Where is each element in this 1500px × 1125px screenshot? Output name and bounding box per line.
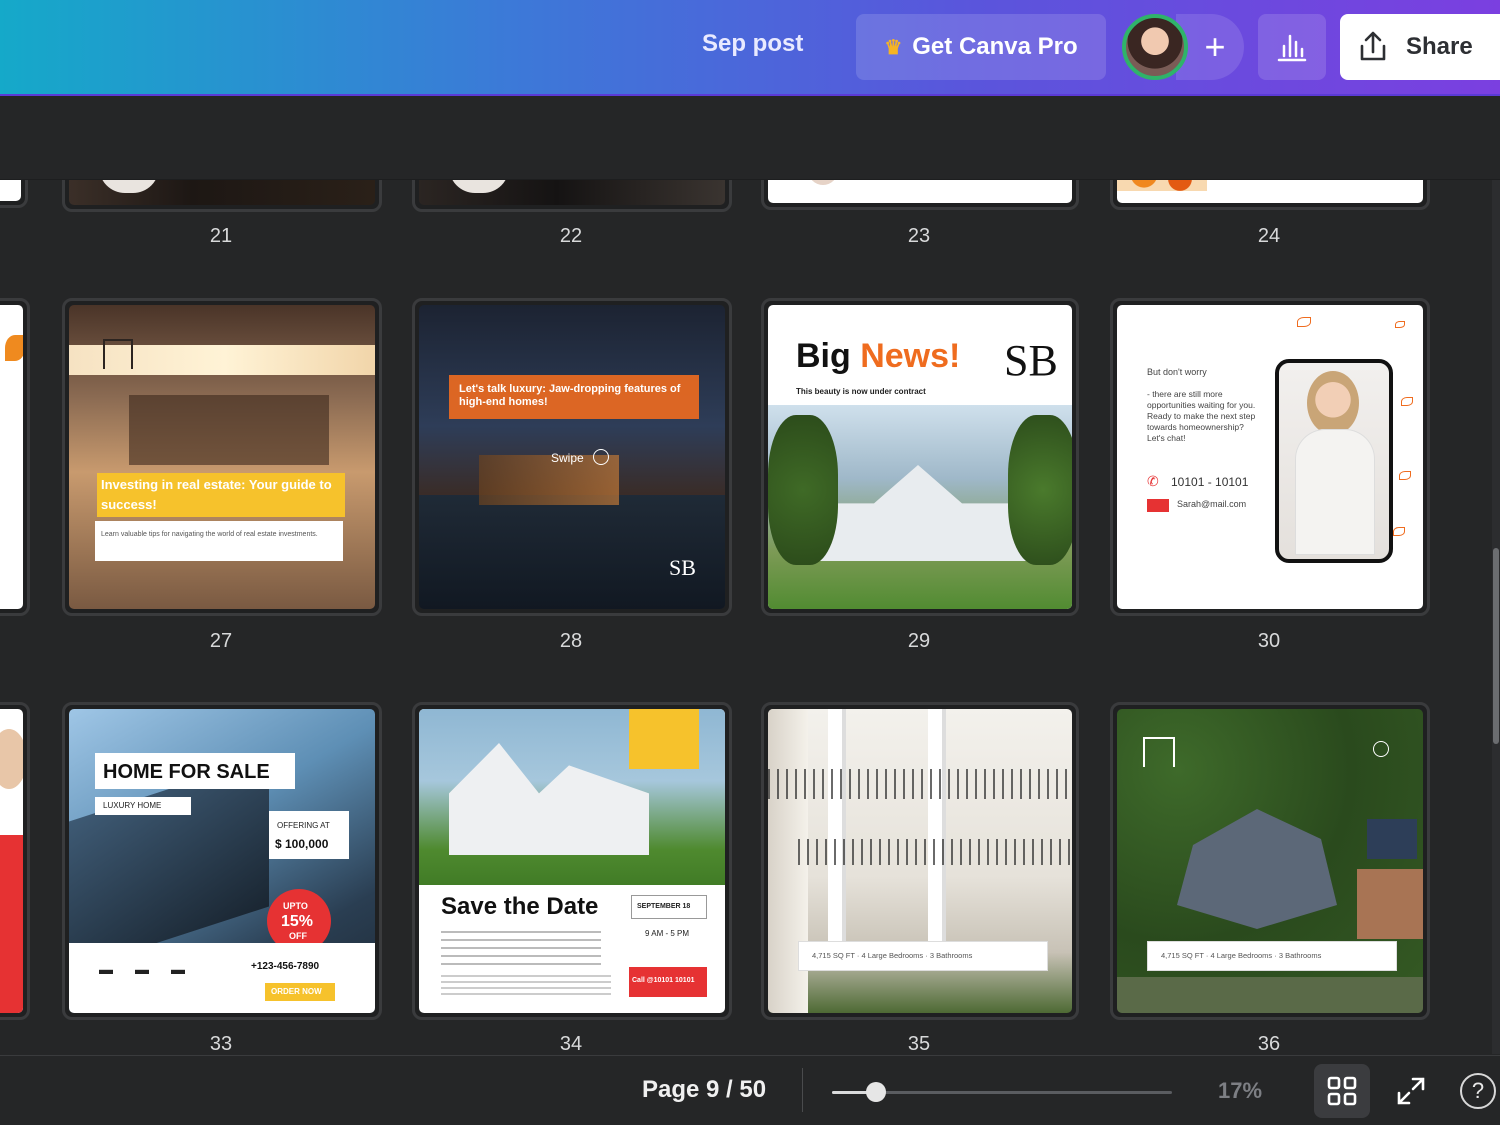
- page-thumbnail-23[interactable]: [761, 180, 1079, 210]
- discount-badge-top: UPTO: [283, 901, 308, 911]
- logo-mark: SB: [669, 555, 696, 580]
- page-number: 22: [559, 225, 583, 247]
- design-headline: Let's talk luxury: Jaw-dropping features…: [459, 383, 681, 408]
- logo-mark: SB: [1004, 336, 1058, 385]
- toolbar-area: [0, 98, 1500, 180]
- mail-icon: [1147, 499, 1169, 512]
- page-thumbnail-29[interactable]: Big News! This beauty is now under contr…: [761, 298, 1079, 616]
- phone-icon: ✆: [1147, 473, 1159, 489]
- avatar[interactable]: [1122, 14, 1188, 80]
- page-number: 28: [559, 630, 583, 652]
- plus-icon: +: [1204, 26, 1226, 67]
- page-number: 36: [1257, 1033, 1281, 1054]
- scrollbar-thumb[interactable]: [1493, 548, 1499, 744]
- page-thumbnail-28[interactable]: Let's talk luxury: Jaw-dropping features…: [412, 298, 732, 616]
- design-body: - there are still more opportunities wai…: [1147, 389, 1256, 443]
- insights-button[interactable]: [1258, 14, 1326, 80]
- design-title: HOME FOR SALE: [103, 761, 270, 783]
- page-thumbnail-27[interactable]: Investing in real estate: Your guide to …: [62, 298, 382, 616]
- zoom-slider[interactable]: [832, 1082, 1172, 1102]
- page-grid[interactable]: 21 22 23 24 Investing in real estate: Yo…: [0, 180, 1492, 1054]
- grid-icon: [1327, 1076, 1357, 1106]
- document-title[interactable]: Sep post: [702, 30, 803, 58]
- page-number: 21: [209, 225, 233, 247]
- crown-icon: ♛: [884, 36, 903, 59]
- page-thumbnail-34[interactable]: Save the Date SEPTEMBER 18 9 AM - 5 PM C…: [412, 702, 732, 1020]
- page-thumbnail-30[interactable]: But don't worry - there are still more o…: [1110, 298, 1430, 616]
- page-thumbnail-22[interactable]: [412, 180, 732, 212]
- page-number: 34: [559, 1033, 583, 1054]
- page-thumbnail-edge[interactable]: [0, 180, 28, 208]
- discount-badge-percent: 15%: [281, 913, 314, 930]
- design-subtitle: This beauty is now under contract: [796, 387, 926, 396]
- page-thumbnail-21[interactable]: [62, 180, 382, 212]
- order-now-cta: ORDER NOW: [271, 987, 322, 996]
- grid-view-button[interactable]: [1314, 1064, 1370, 1118]
- contact-email: Sarah@mail.com: [1177, 499, 1247, 509]
- divider: [802, 1068, 803, 1112]
- zoom-level[interactable]: 17%: [1218, 1078, 1262, 1104]
- page-number: 29: [907, 630, 931, 652]
- discount-badge-off: OFF: [289, 931, 307, 941]
- page-thumbnail-24[interactable]: [1110, 180, 1430, 210]
- zoom-slider-handle[interactable]: [866, 1082, 887, 1102]
- get-canva-pro-button[interactable]: ♛ Get Canva Pro: [856, 14, 1106, 80]
- share-label: Share: [1406, 33, 1473, 60]
- contact-phone: 10101 - 10101: [1171, 475, 1249, 489]
- amenity-icons: ▬▬▬: [99, 961, 207, 977]
- page-thumbnail-edge[interactable]: [0, 298, 30, 616]
- design-headline: Investing in real estate: Your guide to …: [101, 477, 332, 512]
- bar-chart-icon: [1277, 34, 1307, 62]
- event-time: 9 AM - 5 PM: [645, 929, 690, 938]
- design-text-heading: But don't worry: [1147, 367, 1207, 377]
- design-title: Save the Date: [441, 893, 599, 920]
- property-stats: 4,715 SQ FT · 4 Large Bedrooms · 3 Bathr…: [812, 951, 973, 960]
- title-part-a: Big: [796, 337, 861, 375]
- page-number: 23: [907, 225, 931, 247]
- fullscreen-icon: [1397, 1077, 1425, 1105]
- help-button[interactable]: ?: [1460, 1073, 1496, 1109]
- design-body: Learn valuable tips for navigating the w…: [101, 531, 318, 538]
- swipe-label: Swipe: [551, 451, 584, 465]
- page-thumbnail-33[interactable]: HOME FOR SALE LUXURY HOME OFFERING AT $ …: [62, 702, 382, 1020]
- fullscreen-button[interactable]: [1390, 1070, 1432, 1112]
- top-bar: Sep post ♛ Get Canva Pro + Share: [0, 0, 1500, 96]
- page-number: 35: [907, 1033, 931, 1054]
- page-number: 30: [1257, 630, 1281, 652]
- page-number: 24: [1257, 225, 1281, 247]
- question-icon: ?: [1471, 1078, 1485, 1103]
- offer-price: $ 100,000: [275, 837, 329, 851]
- title-part-b: News!: [860, 337, 961, 375]
- design-subtitle: LUXURY HOME: [103, 801, 162, 810]
- page-thumbnail-36[interactable]: 4,715 SQ FT · 4 Large Bedrooms · 3 Bathr…: [1110, 702, 1430, 1020]
- page-number: 33: [209, 1033, 233, 1054]
- page-indicator[interactable]: Page 9 / 50: [642, 1076, 766, 1104]
- property-stats: 4,715 SQ FT · 4 Large Bedrooms · 3 Bathr…: [1161, 951, 1322, 960]
- share-icon: [1360, 31, 1386, 61]
- big-news-title: Big News!: [796, 337, 960, 376]
- event-date: SEPTEMBER 18: [637, 903, 691, 910]
- get-canva-pro-label: Get Canva Pro: [912, 33, 1078, 60]
- offer-label: OFFERING AT: [277, 821, 330, 830]
- call-cta: Call @10101 10101: [632, 977, 695, 984]
- phone-number: +123-456-7890: [251, 961, 320, 972]
- share-button[interactable]: Share: [1340, 14, 1500, 80]
- page-thumbnail-edge[interactable]: [0, 702, 30, 1020]
- page-thumbnail-35[interactable]: 4,715 SQ FT · 4 Large Bedrooms · 3 Bathr…: [761, 702, 1079, 1020]
- bottom-bar: Page 9 / 50 17% ?: [0, 1055, 1500, 1125]
- page-number: 27: [209, 630, 233, 652]
